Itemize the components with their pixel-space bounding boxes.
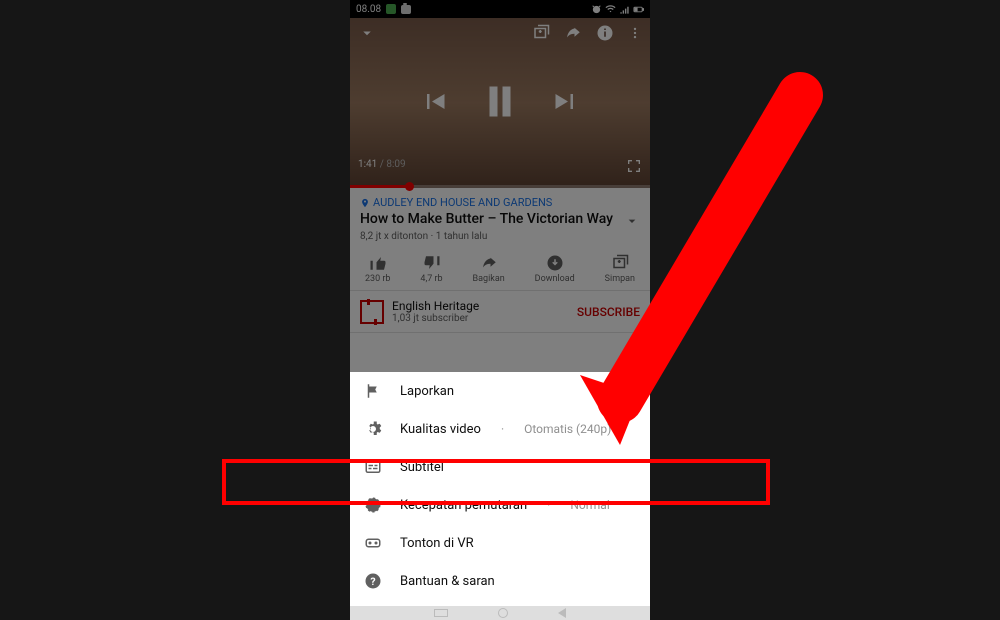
share-forward-icon[interactable] <box>564 24 582 42</box>
location-tag[interactable]: AUDLEY END HOUSE AND GARDENS <box>360 196 640 209</box>
info-icon[interactable] <box>596 24 614 42</box>
menu-speed[interactable]: Kecepatan pemutaran · Normal <box>350 486 650 524</box>
menu-quality[interactable]: Kualitas video · Otomatis (240p) <box>350 410 650 448</box>
channel-subs: 1,03 jt subscriber <box>392 313 569 324</box>
channel-row[interactable]: English Heritage 1,03 jt subscriber SUBS… <box>350 291 650 333</box>
menu-report[interactable]: Laporkan <box>350 372 650 410</box>
svg-text:?: ? <box>370 575 375 588</box>
pin-icon <box>360 198 370 208</box>
alarm-icon <box>591 4 602 15</box>
recent-apps-icon[interactable] <box>434 609 448 617</box>
speed-icon <box>364 496 382 514</box>
status-camera-icon <box>400 4 411 15</box>
action-bar: 230 rb 4,7 rb Bagikan Download Simpan <box>350 246 650 291</box>
save-button[interactable]: Simpan <box>605 254 635 284</box>
next-track-icon[interactable] <box>551 87 581 117</box>
subscribe-button[interactable]: SUBSCRIBE <box>577 305 640 319</box>
gear-icon <box>364 420 382 438</box>
status-app-icon <box>385 4 396 15</box>
dislike-button[interactable]: 4,7 rb <box>420 254 442 284</box>
flag-icon <box>364 382 382 400</box>
options-menu: Laporkan Kualitas video · Otomatis (240p… <box>350 372 650 606</box>
fullscreen-icon[interactable] <box>626 158 642 174</box>
video-title-row[interactable]: How to Make Butter – The Victorian Way <box>360 211 640 229</box>
battery-icon <box>633 4 644 15</box>
add-to-queue-icon[interactable] <box>532 24 550 42</box>
video-time: 1:41 / 8:09 <box>358 159 406 170</box>
like-button[interactable]: 230 rb <box>365 254 391 284</box>
back-icon[interactable] <box>558 608 566 618</box>
save-playlist-icon <box>611 254 629 272</box>
more-vert-icon[interactable] <box>628 24 642 42</box>
wifi-icon <box>605 4 616 15</box>
video-meta: AUDLEY END HOUSE AND GARDENS How to Make… <box>350 188 650 246</box>
home-icon[interactable] <box>498 608 508 618</box>
download-icon <box>546 254 564 272</box>
share-icon <box>480 254 498 272</box>
download-button[interactable]: Download <box>535 254 575 284</box>
menu-subtitle[interactable]: Subtitel <box>350 448 650 486</box>
menu-help[interactable]: ? Bantuan & saran <box>350 562 650 600</box>
expand-description-icon[interactable] <box>624 213 640 229</box>
vr-icon <box>364 534 382 552</box>
help-icon: ? <box>364 572 382 590</box>
status-time: 08.08 <box>356 4 381 15</box>
video-title: How to Make Butter – The Victorian Way <box>360 211 613 227</box>
video-player[interactable]: 1:41 / 8:09 <box>350 18 650 188</box>
status-bar: 08.08 <box>350 0 650 18</box>
channel-avatar <box>360 300 384 324</box>
phone-frame: 08.08 1:41 / 8:09 <box>350 0 650 620</box>
subtitles-icon <box>364 458 382 476</box>
thumb-down-icon <box>423 254 441 272</box>
android-navbar[interactable] <box>350 606 650 620</box>
progress-bar[interactable] <box>350 185 650 188</box>
channel-name: English Heritage <box>392 299 569 313</box>
collapse-icon[interactable] <box>358 24 376 42</box>
prev-track-icon[interactable] <box>420 87 450 117</box>
signal-icon <box>619 4 630 15</box>
video-stats: 8,2 jt x ditonton · 1 tahun lalu <box>360 231 640 242</box>
pause-button[interactable] <box>490 87 511 117</box>
menu-vr[interactable]: Tonton di VR <box>350 524 650 562</box>
share-button[interactable]: Bagikan <box>473 254 505 284</box>
thumb-up-icon <box>369 254 387 272</box>
